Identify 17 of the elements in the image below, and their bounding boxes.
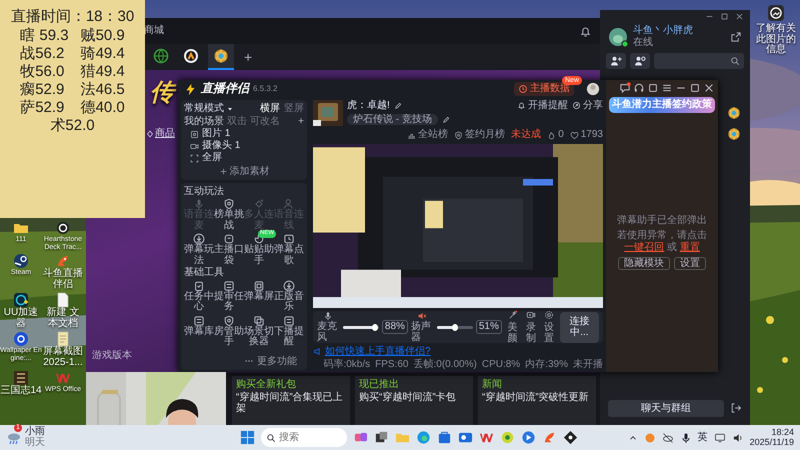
store-icon[interactable] <box>437 430 452 445</box>
mail-icon[interactable] <box>458 430 473 445</box>
search-input[interactable]: 搜索 <box>279 432 345 444</box>
search-icon <box>266 432 276 442</box>
start-button[interactable] <box>240 430 255 445</box>
microphone-icon[interactable] <box>680 432 692 444</box>
clock-time[interactable]: 18:24 <box>771 428 794 438</box>
search-field[interactable]: 搜索 <box>261 428 347 447</box>
input-language[interactable]: 英 <box>698 432 708 444</box>
cloud-off-icon[interactable] <box>662 432 674 444</box>
app-icon[interactable] <box>563 430 578 445</box>
volume-icon[interactable] <box>732 432 744 444</box>
clock-date[interactable]: 2025/11/19 <box>750 438 794 448</box>
monitor-icon[interactable] <box>714 432 726 444</box>
weather-text: 小雨 <box>25 427 45 437</box>
weather-subtext: 明天 <box>25 438 45 448</box>
task-view-icon[interactable] <box>374 430 389 445</box>
